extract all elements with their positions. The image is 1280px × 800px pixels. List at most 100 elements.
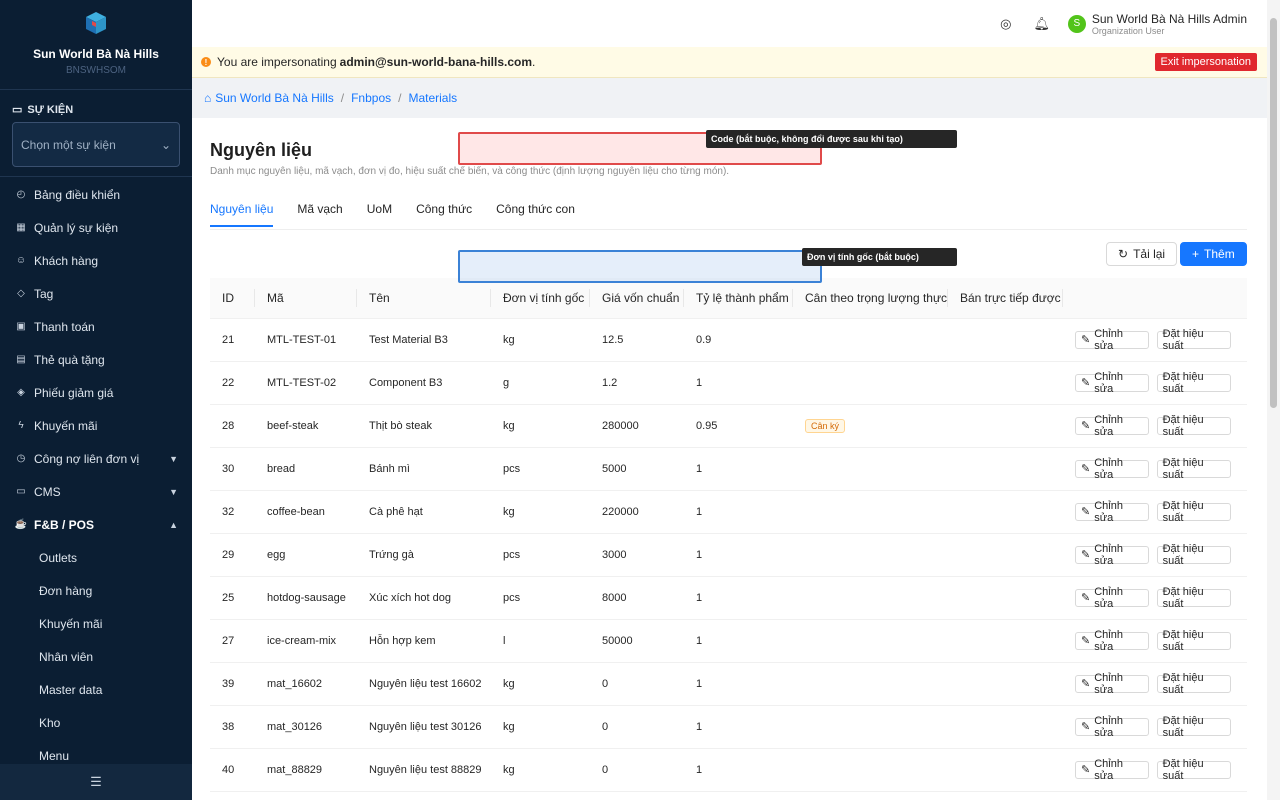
- collapse-sidebar-icon[interactable]: ☰: [0, 764, 192, 800]
- edit-button[interactable]: ✎ Chỉnh sửa: [1075, 543, 1149, 567]
- sidebar-subitem[interactable]: Outlets: [0, 541, 192, 574]
- cell-id: 22: [210, 361, 255, 405]
- scrollbar[interactable]: [1267, 0, 1280, 800]
- edit-button[interactable]: ✎ Chỉnh sửa: [1075, 371, 1149, 395]
- section-label: ▭ SỰ KIỆN: [12, 103, 73, 117]
- cell-weigh: [793, 318, 948, 362]
- promo-icon: ϟ: [18, 420, 24, 431]
- add-button[interactable]: + Thêm: [1180, 242, 1247, 266]
- sidebar-item[interactable]: ◴ Bảng điều khiển: [0, 178, 192, 211]
- cell-code: mat_16602: [255, 662, 357, 706]
- set-yield-button[interactable]: Đặt hiệu suất: [1156, 715, 1231, 739]
- sidebar-item[interactable]: ▦ Quản lý sự kiện: [0, 211, 192, 244]
- set-yield-button[interactable]: Đặt hiệu suất: [1156, 371, 1231, 395]
- reload-button[interactable]: ↻ Tải lại: [1106, 242, 1178, 266]
- sidebar-item[interactable]: ▤ Thẻ quà tặng: [0, 343, 192, 376]
- edit-button[interactable]: ✎ Chỉnh sửa: [1075, 672, 1149, 696]
- breadcrumb-item[interactable]: Fnbpos: [351, 91, 391, 105]
- cell-yield: 1: [684, 447, 793, 491]
- set-yield-button[interactable]: Đặt hiệu suất: [1156, 586, 1231, 610]
- bell-icon[interactable]: 🔔︎: [1024, 16, 1060, 32]
- sidebar-subitem[interactable]: Khuyến mãi: [0, 607, 192, 640]
- row-actions: ✎ Chỉnh sửa Đặt hiệu suất: [1075, 628, 1247, 653]
- set-yield-button[interactable]: Đặt hiệu suất: [1156, 457, 1231, 481]
- edit-button[interactable]: ✎ Chỉnh sửa: [1075, 499, 1149, 524]
- tab[interactable]: Mã vạch: [297, 202, 342, 227]
- cell-uom: g: [491, 361, 590, 405]
- reload-icon: ↻: [1118, 247, 1129, 261]
- edit-button[interactable]: ✎ Chỉnh sửa: [1075, 457, 1149, 481]
- tab[interactable]: Nguyên liệu: [210, 202, 274, 227]
- sidebar-subitem[interactable]: Kho: [0, 706, 192, 739]
- sidebar-item[interactable]: ☕ F&B / POS ▲: [0, 508, 192, 541]
- edit-label: Chỉnh sửa: [1094, 499, 1123, 524]
- edit-button[interactable]: ✎ Chỉnh sửa: [1075, 414, 1149, 438]
- column-header: Giá vốn chuẩn: [590, 278, 684, 319]
- set-yield-button[interactable]: Đặt hiệu suất: [1156, 414, 1231, 438]
- cell-cost: 8000: [590, 576, 684, 620]
- sidebar-item[interactable]: ϟ Khuyến mãi: [0, 409, 192, 442]
- brand-sub: BNSWHSOM: [66, 65, 126, 76]
- breadcrumb-item[interactable]: Sun World Bà Nà Hills: [215, 91, 334, 105]
- scrollbar-thumb[interactable]: [1270, 18, 1277, 408]
- user-menu[interactable]: S Sun World Bà Nà Hills Admin Organizati…: [1067, 12, 1247, 36]
- sidebar-item[interactable]: ▣ Thanh toán: [0, 310, 192, 343]
- edit-button[interactable]: ✎ Chỉnh sửa: [1075, 586, 1149, 610]
- edit-label: Chỉnh sửa: [1094, 628, 1123, 653]
- table-row: 28 beef-steak Thịt bò steak kg 280000 0.95 Cân…: [210, 404, 1247, 448]
- column-header: Đơn vị tính gốc: [491, 278, 590, 319]
- column-header-label: Đơn vị tính gốc: [503, 290, 585, 305]
- cell-id: 40: [210, 748, 255, 792]
- sidebar-subitem[interactable]: Master data: [0, 673, 192, 706]
- column-header-label: Giá vốn chuẩn: [602, 290, 680, 305]
- exit-impersonation-button[interactable]: Exit impersonation: [1154, 53, 1257, 71]
- column-header: Mã: [255, 278, 357, 319]
- sidebar-item-label: Quản lý sự kiện: [34, 220, 119, 235]
- impersonation-email: admin@sun-world-bana-hills.com: [339, 55, 533, 69]
- edit-button[interactable]: ✎ Chỉnh sửa: [1075, 758, 1149, 782]
- set-yield-button[interactable]: Đặt hiệu suất: [1156, 328, 1231, 352]
- cell-weigh: [793, 748, 948, 792]
- sidebar-subitem[interactable]: Đơn hàng: [0, 574, 192, 607]
- sidebar-subitem[interactable]: Nhân viên: [0, 640, 192, 673]
- set-yield-button[interactable]: Đặt hiệu suất: [1156, 543, 1231, 567]
- calendar-icon: ▭: [12, 104, 23, 116]
- sidebar-item-label: Thẻ quà tặng: [34, 352, 105, 367]
- edit-button[interactable]: ✎ Chỉnh sửa: [1075, 715, 1149, 739]
- row-actions: ✎ Chỉnh sửa Đặt hiệu suất: [1075, 371, 1247, 395]
- edit-icon: ✎: [1081, 635, 1091, 647]
- breadcrumb-item[interactable]: Materials: [408, 91, 457, 105]
- column-header: Cân theo trọng lượng thực: [793, 278, 948, 319]
- breadcrumb-separator: /: [398, 91, 402, 105]
- tab[interactable]: Công thức con: [496, 202, 575, 227]
- column-header: ID: [210, 278, 255, 319]
- cell-code: beef-steak: [255, 404, 357, 448]
- edit-button[interactable]: ✎ Chỉnh sửa: [1075, 628, 1149, 653]
- set-yield-button[interactable]: Đặt hiệu suất: [1156, 500, 1231, 524]
- event-select[interactable]: Chọn một sự kiện ⌄: [12, 122, 180, 167]
- cell-actions: ✎ Chỉnh sửa Đặt hiệu suất: [1063, 447, 1247, 491]
- cell-code: MTL-TEST-01: [255, 318, 357, 362]
- table-row: 21 MTL-TEST-01 Test Material B3 kg 12.5 0.9 ✎ C…: [210, 318, 1247, 362]
- set-yield-button[interactable]: Đặt hiệu suất: [1156, 629, 1231, 653]
- cell-id: 21: [210, 318, 255, 362]
- table-row: 27 ice-cream-mix Hỗn hợp kem l 50000 1 ✎ Chỉnh …: [210, 619, 1247, 663]
- cell-direct: [948, 748, 1063, 792]
- set-yield-button[interactable]: Đặt hiệu suất: [1156, 672, 1231, 696]
- cell-name: Component B3: [357, 361, 491, 405]
- row-actions: ✎ Chỉnh sửa Đặt hiệu suất: [1075, 758, 1247, 782]
- tab[interactable]: Công thức: [416, 202, 472, 227]
- sidebar-item[interactable]: ◈ Phiếu giảm giá: [0, 376, 192, 409]
- payment-icon: ▣: [16, 321, 26, 332]
- sidebar-item[interactable]: ☺ Khách hàng: [0, 244, 192, 277]
- logo-icon: [86, 12, 106, 34]
- globe-icon[interactable]: ◎: [988, 16, 1024, 32]
- cell-uom: kg: [491, 490, 590, 534]
- sidebar-item[interactable]: ◇ Tag: [0, 277, 192, 310]
- reload-label: Tải lại: [1133, 247, 1166, 261]
- tab[interactable]: UoM: [367, 202, 392, 227]
- edit-button[interactable]: ✎ Chỉnh sửa: [1075, 328, 1149, 352]
- set-yield-button[interactable]: Đặt hiệu suất: [1156, 758, 1231, 782]
- sidebar-item[interactable]: ◷ Công nợ liên đơn vị ▼: [0, 442, 192, 475]
- sidebar-item[interactable]: ▭ CMS ▼: [0, 475, 192, 508]
